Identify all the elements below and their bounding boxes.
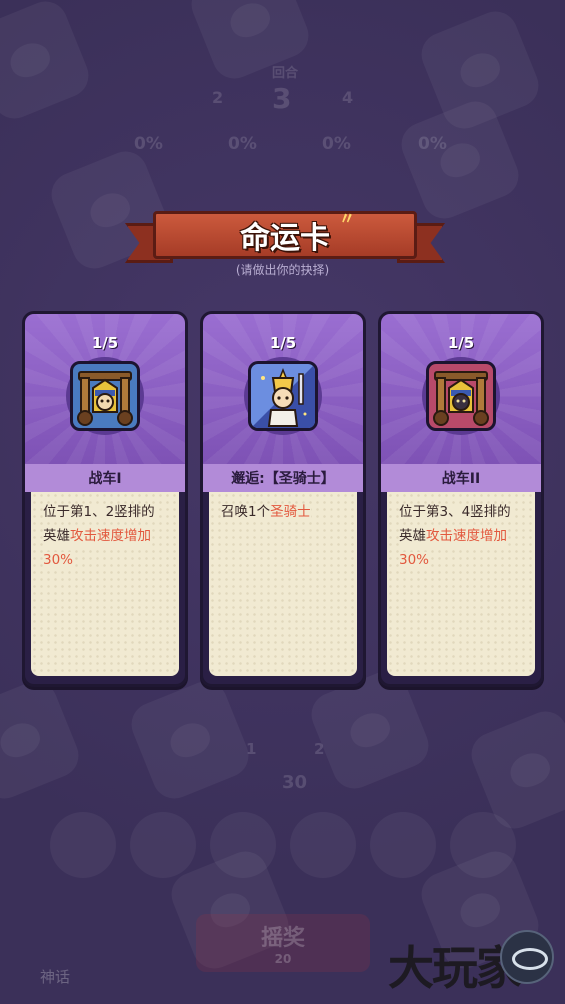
card-icon-frame — [422, 357, 500, 435]
chariot-sphinx-icon — [70, 361, 140, 431]
card-icon-frame — [244, 357, 322, 435]
lane-number: 2 — [314, 740, 325, 758]
modal-subtitle: (请做出你的抉择) — [235, 263, 330, 277]
card-name: 战车II — [381, 464, 541, 492]
hero-slot[interactable] — [450, 812, 516, 878]
hero-slot[interactable] — [210, 812, 276, 878]
chat-button[interactable]: 神话 — [40, 966, 70, 987]
round-next: 4 — [342, 88, 354, 107]
card-count: 1/5 — [91, 334, 119, 352]
spin-cost: 20 — [274, 952, 292, 966]
chariot-anubis-icon — [426, 361, 496, 431]
card-count: 1/5 — [269, 334, 297, 352]
card-header: 1/5 — [203, 314, 363, 464]
spin-button[interactable]: 摇奖 20 — [196, 914, 370, 972]
pattern-tile — [124, 674, 256, 806]
card-description: 位于第1、2竖排的英雄攻击速度增加30% — [31, 492, 179, 676]
spin-label: 摇奖 — [260, 926, 305, 951]
pattern-tile — [0, 674, 86, 806]
card-count: 1/5 — [447, 334, 475, 352]
watermark-logo-icon — [500, 930, 554, 984]
sparkle-icon: 〃 — [339, 209, 356, 228]
card-description: 位于第3、4竖排的英雄攻击速度增加30% — [387, 492, 535, 676]
modal-title: 命运卡 — [240, 221, 330, 256]
paladin-icon — [248, 361, 318, 431]
card-name: 战车I — [25, 464, 185, 492]
round-label: 回合 — [272, 66, 299, 81]
fate-card-3[interactable]: 1/5 战车II 位于第3、4竖排的英雄攻击速度增加30% — [378, 311, 544, 687]
hero-slot[interactable] — [290, 812, 356, 878]
card-icon-frame — [66, 357, 144, 435]
stat-value: 0% — [418, 134, 447, 154]
fate-card-2[interactable]: 1/5 邂逅:【圣骑士】 召唤1个圣骑士 — [200, 311, 366, 687]
desc-text: 召唤1个 — [221, 504, 271, 520]
fate-card-1[interactable]: 1/5 战车I 位于第1、2竖排的英雄攻击速度增加30% — [22, 311, 188, 687]
hero-slot[interactable] — [50, 812, 116, 878]
card-header: 1/5 — [25, 314, 185, 464]
fate-card-banner: 命运卡 〃 — [125, 205, 445, 267]
coin-count: 30 — [282, 772, 308, 793]
card-header: 1/5 — [381, 314, 541, 464]
card-description: 召唤1个圣骑士 — [209, 492, 357, 676]
desc-highlight: 圣骑士 — [270, 504, 311, 520]
card-name: 邂逅:【圣骑士】 — [203, 464, 363, 492]
hero-slot[interactable] — [130, 812, 196, 878]
watermark-text: 大玩家 — [388, 941, 522, 995]
hero-slot[interactable] — [370, 812, 436, 878]
pattern-tile — [0, 0, 96, 126]
